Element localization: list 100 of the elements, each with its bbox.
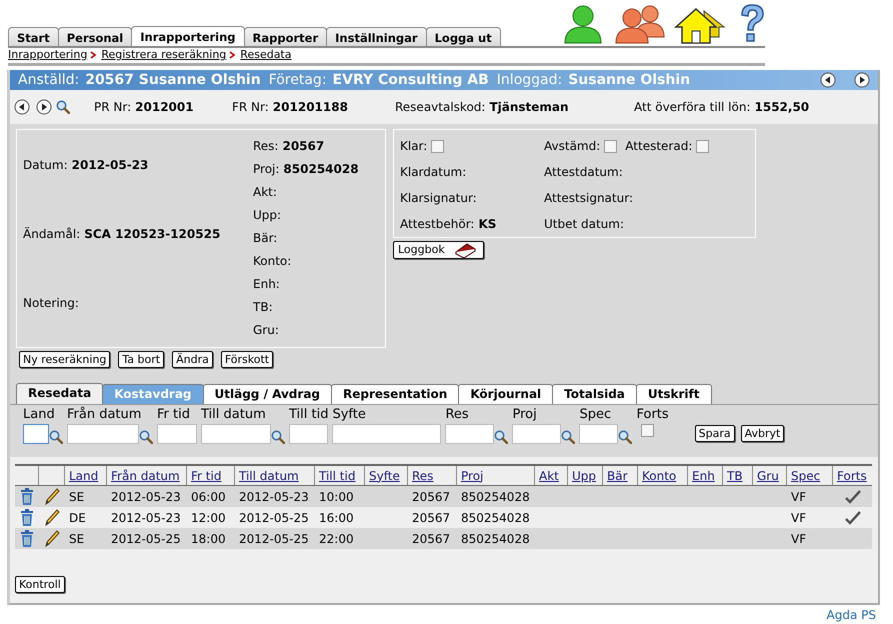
pencil-icon[interactable] (44, 530, 60, 547)
checkbox[interactable] (431, 140, 444, 152)
search-icon[interactable] (494, 430, 508, 444)
filter-button[interactable]: Avbryt (740, 425, 784, 442)
nav-tab[interactable]: Inställningar (326, 27, 427, 48)
input-field[interactable] (445, 424, 494, 444)
action-button[interactable]: Förskott (220, 351, 274, 368)
column-header[interactable]: Fr tid (191, 466, 222, 484)
table-cell-text: 10:00 (319, 488, 354, 506)
column-header[interactable]: Land (69, 466, 98, 484)
previous-icon[interactable] (820, 72, 836, 88)
table-cell-text: 850254028 (461, 510, 530, 526)
column-header[interactable]: Proj (461, 466, 484, 484)
breadcrumb-link[interactable]: Resedata (240, 47, 292, 64)
table-cell-text: 06:00 (191, 488, 226, 506)
column-header[interactable]: Forts (837, 466, 867, 484)
checkmark-icon[interactable] (844, 510, 860, 524)
column-header[interactable]: Res (412, 466, 434, 484)
header-value: Susanne Olshin (568, 70, 690, 90)
field-label: Attestbehör: (400, 216, 474, 233)
column-header[interactable]: Enh (692, 466, 715, 484)
checkmark-icon[interactable] (844, 490, 860, 504)
breadcrumb-link[interactable]: Registrera reseräkning (101, 47, 226, 64)
previous-icon[interactable] (14, 99, 30, 115)
info-value: 1552,50 (754, 99, 810, 116)
table-cell-text: 20567 (412, 530, 450, 548)
tab[interactable]: Resedata (16, 383, 104, 404)
table-cell-text: 22:00 (319, 530, 354, 548)
checkbox[interactable] (641, 424, 654, 437)
field-value: 2012-05-23 (72, 157, 148, 174)
table-cell-text: 16:00 (319, 510, 354, 526)
info-label: PR Nr: (94, 99, 132, 116)
header-label: Inloggad: (496, 70, 562, 90)
footer-link[interactable]: Agda PS (826, 606, 876, 624)
filter-label: Från datum (67, 407, 142, 423)
search-icon[interactable] (56, 100, 70, 114)
pencil-icon[interactable] (44, 509, 60, 526)
field-label: Klarsignatur: (400, 190, 477, 207)
trash-icon[interactable] (20, 509, 34, 526)
column-header[interactable]: Syfte (369, 466, 400, 484)
column-header[interactable]: Bär (607, 466, 628, 484)
column-header[interactable]: Till tid (319, 466, 356, 484)
tab[interactable]: Körjournal (458, 384, 554, 404)
field-label: Notering: (23, 295, 79, 312)
header-value: 20567 Susanne Olshin (85, 70, 261, 90)
pencil-icon[interactable] (44, 488, 60, 505)
input-field[interactable] (201, 424, 271, 444)
table-cell-text: SE (69, 530, 84, 548)
breadcrumb-link[interactable]: Inrapportering (8, 47, 88, 64)
trash-icon[interactable] (20, 530, 34, 547)
column-header[interactable]: Konto (642, 466, 676, 484)
input-field[interactable] (579, 424, 618, 444)
tab[interactable]: Representation (331, 384, 460, 404)
table-cell-text: VF (791, 510, 806, 526)
tab[interactable]: Utskrift (636, 384, 712, 404)
action-button[interactable]: Ta bort (118, 351, 164, 368)
column-header[interactable]: Till datum (239, 466, 299, 484)
field-value: 850254028 (283, 160, 359, 178)
book-icon[interactable] (452, 242, 477, 258)
header-label: Anställd: (18, 70, 80, 90)
info-label: Reseavtalskod: (395, 99, 486, 116)
input-field[interactable] (67, 424, 139, 444)
search-icon[interactable] (271, 430, 285, 444)
search-icon[interactable] (618, 430, 632, 444)
field-label: Datum: (23, 157, 68, 174)
table-cell-text: VF (791, 488, 806, 506)
tab[interactable]: Totalsida (552, 384, 637, 404)
action-button[interactable]: Ny reseräkning (19, 351, 110, 368)
header-label: Företag: (268, 70, 327, 90)
input-field[interactable] (512, 424, 562, 444)
checkbox[interactable] (696, 140, 710, 152)
search-icon[interactable] (561, 430, 576, 444)
checkbox[interactable] (604, 140, 618, 152)
check-button[interactable]: Kontroll (15, 576, 65, 593)
logbook-button[interactable]: Loggbok (393, 241, 484, 259)
input-field[interactable] (289, 424, 328, 444)
table-cell-text: 2012-05-25 (111, 530, 181, 548)
column-header[interactable]: Upp (572, 466, 596, 484)
info-value: 2012001 (135, 99, 194, 116)
column-header[interactable]: Akt (539, 466, 559, 484)
table-cell-text: 2012-05-23 (111, 488, 181, 506)
column-header[interactable]: TB (727, 466, 743, 484)
input-field[interactable] (23, 424, 49, 444)
tab[interactable]: Utlägg / Avdrag (202, 384, 332, 404)
trash-icon[interactable] (20, 488, 34, 505)
column-header[interactable]: Spec (791, 466, 820, 484)
filter-button[interactable]: Spara (694, 425, 735, 442)
input-field[interactable] (157, 424, 197, 444)
search-icon[interactable] (139, 430, 153, 444)
table-cell-text: 2012-05-23 (111, 510, 181, 526)
next-icon[interactable] (854, 72, 870, 88)
next-icon[interactable] (36, 99, 52, 115)
filter-label: Forts (636, 407, 669, 423)
search-icon[interactable] (49, 430, 63, 444)
input-field[interactable] (332, 424, 442, 444)
action-button[interactable]: Ändra (172, 351, 213, 368)
column-header[interactable]: Från datum (111, 466, 180, 484)
field-label: Upp: (253, 206, 282, 224)
column-header[interactable]: Gru (757, 466, 779, 484)
field-label: Attestdatum: (544, 164, 623, 181)
